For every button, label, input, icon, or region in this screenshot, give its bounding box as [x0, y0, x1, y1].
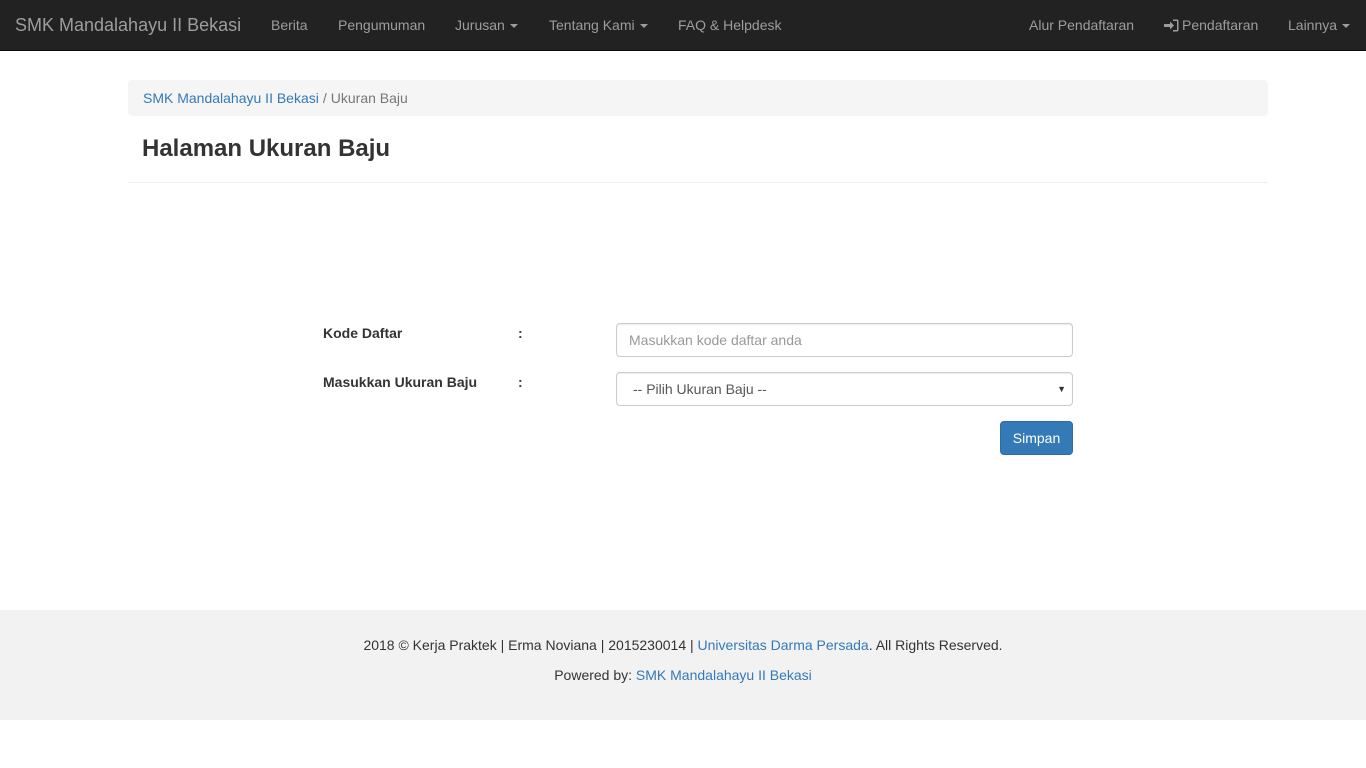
footer-school-link[interactable]: SMK Mandalahayu II Bekasi: [636, 667, 812, 683]
nav-item-lainnya[interactable]: Lainnya: [1288, 0, 1351, 50]
navbar-brand[interactable]: SMK Mandalahayu II Bekasi: [15, 0, 241, 50]
nav-item-label: Berita: [271, 17, 308, 33]
footer-rights-text: . All Rights Reserved.: [868, 637, 1003, 653]
title-divider: [128, 182, 1268, 183]
footer-university-link[interactable]: Universitas Darma Persada: [698, 637, 869, 653]
caret-down-icon: [509, 24, 518, 29]
nav-item-label: Alur Pendaftaran: [1029, 17, 1135, 33]
select-arrow-icon: ▼: [1057, 384, 1066, 394]
breadcrumb: SMK Mandalahayu II Bekasi / Ukuran Baju: [128, 80, 1268, 116]
nav-item-jurusan[interactable]: Jurusan: [455, 0, 518, 50]
nav-item-alur-pendaftaran[interactable]: Alur Pendaftaran: [1029, 0, 1134, 50]
nav-item-label: Jurusan: [455, 17, 505, 33]
footer: 2018 © Kerja Praktek | Erma Noviana | 20…: [0, 610, 1366, 720]
caret-down-icon: [639, 24, 648, 29]
nav-item-label: FAQ & Helpdesk: [678, 17, 782, 33]
kode-daftar-colon: :: [518, 325, 523, 341]
footer-copyright: 2018 © Kerja Praktek | Erma Noviana | 20…: [0, 635, 1366, 655]
footer-copyright-text: 2018 © Kerja Praktek | Erma Noviana | 20…: [363, 637, 694, 653]
nav-item-label: Tentang Kami: [549, 17, 635, 33]
nav-item-pengumuman[interactable]: Pengumuman: [338, 0, 425, 50]
nav-item-berita[interactable]: Berita: [271, 0, 308, 50]
nav-item-label: Pengumuman: [338, 17, 426, 33]
breadcrumb-current: Ukuran Baju: [330, 90, 408, 106]
kode-daftar-label: Kode Daftar: [323, 325, 403, 341]
simpan-button[interactable]: Simpan: [1000, 421, 1073, 455]
footer-powered-by: Powered by: SMK Mandalahayu II Bekasi: [0, 665, 1366, 685]
nav-item-label: Lainnya: [1288, 17, 1338, 33]
ukuran-baju-colon: :: [518, 374, 523, 390]
page-title: Halaman Ukuran Baju: [142, 135, 391, 162]
nav-item-pendaftaran[interactable]: Pendaftaran: [1164, 0, 1258, 50]
nav-item-faq-helpdesk[interactable]: FAQ & Helpdesk: [678, 0, 782, 50]
login-icon: [1164, 19, 1179, 32]
top-navbar: SMK Mandalahayu II Bekasi Berita Pengumu…: [0, 0, 1366, 51]
caret-down-icon: [1342, 24, 1351, 29]
nav-item-tentang-kami[interactable]: Tentang Kami: [549, 0, 648, 50]
nav-item-label: Pendaftaran: [1182, 17, 1259, 33]
breadcrumb-home-link[interactable]: SMK Mandalahayu II Bekasi: [143, 90, 319, 106]
kode-daftar-input[interactable]: [616, 323, 1073, 357]
footer-powered-text: Powered by:: [554, 667, 633, 683]
ukuran-baju-select[interactable]: -- Pilih Ukuran Baju -- ▼: [616, 372, 1073, 406]
breadcrumb-separator: /: [322, 90, 327, 106]
ukuran-baju-selected-value: -- Pilih Ukuran Baju --: [633, 381, 767, 397]
ukuran-baju-label: Masukkan Ukuran Baju: [323, 374, 478, 390]
